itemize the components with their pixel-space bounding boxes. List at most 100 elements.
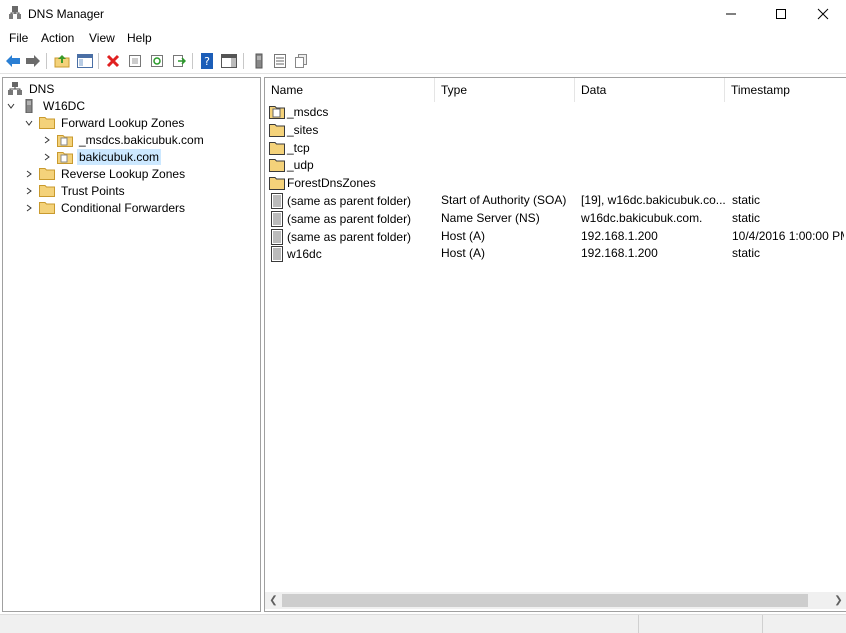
console-tree[interactable]: DNS W16DC Forward Lookup Zones _msdcs.ba… bbox=[2, 77, 261, 612]
tree-item-dns[interactable]: DNS bbox=[7, 80, 56, 97]
column-header-timestamp[interactable]: Timestamp bbox=[725, 78, 846, 102]
copy-button[interactable] bbox=[292, 52, 310, 70]
forward-button[interactable] bbox=[24, 52, 42, 70]
cell-name: _tcp bbox=[269, 140, 435, 156]
action-pane-icon bbox=[221, 54, 237, 68]
export-list-button[interactable] bbox=[170, 52, 188, 70]
refresh-button[interactable] bbox=[148, 52, 166, 70]
up-one-level-button[interactable] bbox=[53, 52, 71, 70]
cell-name-text: _tcp bbox=[287, 140, 310, 155]
scroll-right-icon[interactable]: ❯ bbox=[830, 592, 846, 609]
tree-item-msdcs-zone[interactable]: _msdcs.bakicubuk.com bbox=[41, 131, 206, 148]
menu-bar: File Action View Help bbox=[0, 28, 846, 48]
column-header-name[interactable]: Name bbox=[265, 78, 435, 102]
show-hide-tree-icon bbox=[77, 54, 93, 68]
cell-name-text: (same as parent folder) bbox=[287, 229, 412, 244]
status-segment bbox=[638, 615, 762, 633]
table-row[interactable]: w16dc Host (A) 192.168.1.200 static bbox=[265, 244, 846, 263]
tree-item-selected-zone[interactable]: bakicubuk.com bbox=[41, 148, 162, 165]
toolbar-separator bbox=[98, 53, 99, 69]
window-title: DNS Manager bbox=[28, 7, 105, 21]
table-row[interactable]: _udp bbox=[265, 155, 846, 173]
cell-data: [19], w16dc.bakicubuk.co... bbox=[581, 193, 726, 207]
back-button[interactable] bbox=[4, 52, 22, 70]
export-list-icon bbox=[173, 55, 186, 67]
cell-data: 192.168.1.200 bbox=[581, 246, 658, 261]
table-row[interactable]: (same as parent folder) Host (A) 192.168.1… bbox=[265, 227, 846, 245]
table-row[interactable]: ForestDnsZones bbox=[265, 173, 846, 191]
title-bar: DNS Manager bbox=[0, 0, 846, 28]
folder-icon bbox=[269, 175, 285, 191]
table-row[interactable]: _msdcs bbox=[265, 102, 846, 120]
action-pane-button[interactable] bbox=[220, 52, 238, 70]
folder-icon bbox=[39, 167, 55, 181]
scrollbar-thumb[interactable] bbox=[282, 594, 808, 607]
up-folder-icon bbox=[54, 55, 70, 68]
folder-icon bbox=[269, 122, 285, 138]
menu-help[interactable]: Help bbox=[127, 31, 152, 45]
tree-label-dns: DNS bbox=[29, 81, 55, 96]
tree-item-forward-lookup-zones[interactable]: Forward Lookup Zones bbox=[23, 114, 186, 131]
record-icon bbox=[269, 210, 285, 227]
cell-name-text: (same as parent folder) bbox=[287, 194, 412, 208]
cell-name-text: w16dc bbox=[287, 247, 322, 262]
chevron-right-icon[interactable] bbox=[41, 151, 53, 163]
chevron-right-icon[interactable] bbox=[23, 185, 35, 197]
properties-button[interactable] bbox=[126, 52, 144, 70]
menu-file[interactable]: File bbox=[9, 31, 28, 45]
tree-item-server[interactable]: W16DC bbox=[5, 97, 87, 114]
cell-timestamp: 10/4/2016 1:00:00 PM bbox=[732, 228, 844, 243]
cell-data: w16dc.bakicubuk.com. bbox=[581, 210, 703, 225]
column-header-data[interactable]: Data bbox=[575, 78, 725, 102]
chevron-down-icon[interactable] bbox=[5, 100, 17, 112]
cell-timestamp: static bbox=[732, 210, 761, 225]
cell-name: (same as parent folder) bbox=[269, 210, 435, 227]
horizontal-scrollbar[interactable]: ❮ ❯ bbox=[265, 592, 846, 609]
minimize-button[interactable] bbox=[708, 0, 754, 28]
server-button[interactable] bbox=[250, 52, 268, 70]
table-row[interactable]: (same as parent folder) Start of Authorit… bbox=[265, 191, 846, 209]
tree-label-forward-lookup-zones: Forward Lookup Zones bbox=[61, 115, 185, 130]
table-row[interactable]: _tcp bbox=[265, 138, 846, 156]
tree-item-trust-points[interactable]: Trust Points bbox=[23, 182, 127, 199]
chevron-right-icon[interactable] bbox=[41, 134, 53, 146]
toolbar-separator bbox=[192, 53, 193, 69]
menu-view[interactable]: View bbox=[89, 31, 115, 45]
folder-icon bbox=[39, 184, 55, 198]
list-view-button[interactable] bbox=[271, 52, 289, 70]
scroll-left-icon[interactable]: ❮ bbox=[265, 592, 282, 609]
help-button[interactable]: ? bbox=[198, 52, 216, 70]
folder-icon bbox=[39, 201, 55, 215]
svg-text:?: ? bbox=[204, 55, 210, 68]
chevron-right-icon[interactable] bbox=[23, 168, 35, 180]
table-row[interactable]: _sites bbox=[265, 120, 846, 138]
record-icon bbox=[269, 246, 285, 263]
record-icon bbox=[269, 193, 285, 209]
column-header-type[interactable]: Type bbox=[435, 78, 575, 102]
server-icon bbox=[21, 98, 37, 113]
properties-icon bbox=[129, 55, 141, 67]
cell-type: Host (A) bbox=[441, 246, 486, 261]
maximize-button[interactable] bbox=[758, 0, 804, 28]
cell-name: (same as parent folder) bbox=[269, 228, 435, 245]
records-list[interactable]: Name Type Data Timestamp _msdcs _sites _tc… bbox=[264, 77, 846, 612]
list-view-icon bbox=[274, 54, 286, 68]
chevron-right-icon[interactable] bbox=[23, 202, 35, 214]
delete-button[interactable] bbox=[104, 52, 122, 70]
chevron-down-icon[interactable] bbox=[23, 117, 35, 129]
folder-icon bbox=[269, 157, 285, 173]
copy-icon bbox=[295, 54, 307, 68]
cell-type: Host (A) bbox=[441, 228, 486, 243]
table-row[interactable]: (same as parent folder) Name Server (NS) w… bbox=[265, 209, 846, 227]
tree-label-reverse-lookup-zones: Reverse Lookup Zones bbox=[61, 166, 186, 181]
close-icon bbox=[817, 8, 829, 20]
tree-item-conditional-forwarders[interactable]: Conditional Forwarders bbox=[23, 199, 187, 216]
menu-action[interactable]: Action bbox=[41, 31, 74, 45]
tree-item-reverse-lookup-zones[interactable]: Reverse Lookup Zones bbox=[23, 165, 187, 182]
cell-name-text: _udp bbox=[287, 158, 314, 173]
toolbar: ? bbox=[0, 48, 846, 74]
folder-icon bbox=[269, 140, 285, 156]
show-hide-console-tree-button[interactable] bbox=[76, 52, 94, 70]
close-button[interactable] bbox=[800, 0, 846, 28]
cell-type: Name Server (NS) bbox=[441, 210, 540, 225]
